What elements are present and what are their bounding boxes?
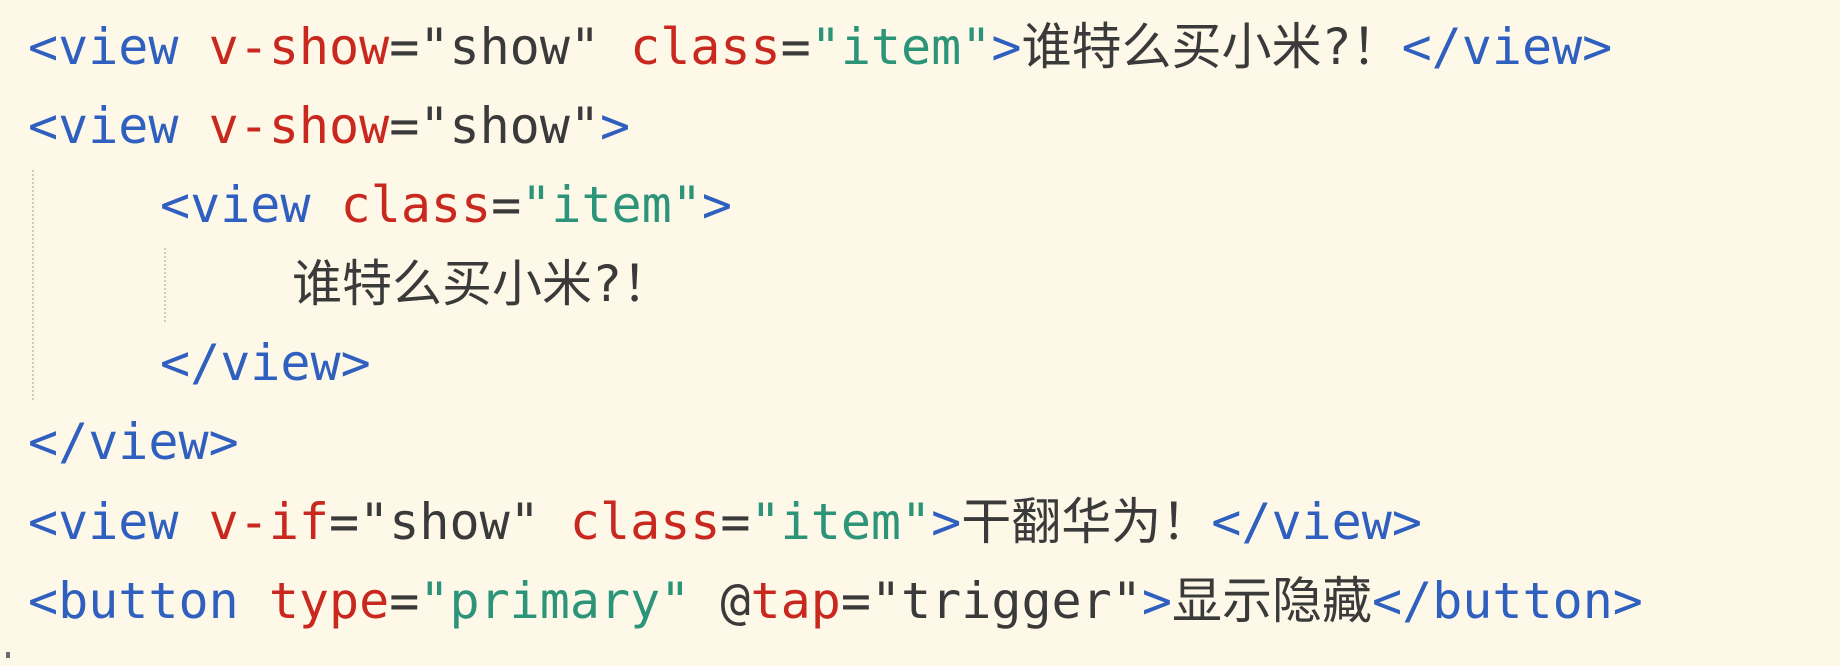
code-token-tag: </view> [28,413,239,471]
code-editor[interactable]: <view v-show="show" class="item">谁特么买小米?… [0,0,1840,666]
code-token-tag: <view [28,493,179,551]
code-token-at: @ [720,572,751,630]
indent-guide-inner [164,248,166,322]
code-token-txt: 谁特么买小米?！ [1021,18,1402,76]
code-token-qv: "show" [359,493,540,551]
code-line-3[interactable]: <view class="item"> [160,166,732,245]
code-token-tag: </view> [160,334,371,392]
code-token-txt: 干翻华为！ [961,493,1212,551]
code-token-tag: </view> [1211,493,1422,551]
code-token-attr: v-show [208,97,390,155]
code-token-eq: = [389,572,420,630]
code-token-attr: class [630,18,781,76]
code-token-tag: > [599,97,631,155]
code-line-8[interactable]: <button type="primary" @tap="trigger">显示… [28,562,1643,641]
code-token-attr: class [340,176,492,234]
code-token-tag: <button [28,572,239,630]
code-token-tag: > [991,18,1022,76]
code-line-1[interactable]: <view v-show="show" class="item">谁特么买小米?… [28,8,1612,87]
code-token-attr: class [569,493,721,551]
code-token-tag: <view [160,176,311,234]
code-token-eq: = [329,493,360,551]
code-token-tag: > [701,176,732,234]
code-token-attr: v-show [208,18,390,76]
code-token-txt: 显示隐藏 [1171,572,1372,630]
code-token-tag: <view [28,97,179,155]
code-token-txt: 谁特么买小米?！ [292,255,673,313]
code-token-str: "item" [810,18,992,76]
code-token-attr: tap [750,572,841,630]
cursor-marker [6,652,10,658]
code-token-eq: = [389,97,420,155]
code-token-tag: <view [28,18,179,76]
code-token-qv: "trigger" [870,572,1142,630]
code-token-eq: = [389,18,420,76]
code-line-5[interactable]: </view> [160,324,371,403]
code-token-tag: </view> [1401,18,1613,76]
code-line-2[interactable]: <view v-show="show"> [28,87,630,166]
code-token-qv: "show" [419,97,600,155]
code-token-tag: </button> [1371,572,1643,630]
code-token-eq: = [780,18,811,76]
code-token-attr: type [268,572,390,630]
code-token-attr: v-if [208,493,330,551]
code-token-tag: > [1141,572,1172,630]
code-line-6[interactable]: </view> [28,403,239,482]
indent-guide-outer [32,170,34,400]
code-token-str: "primary" [419,572,691,630]
code-line-7[interactable]: <view v-if="show" class="item">干翻华为！</vi… [28,483,1422,562]
code-token-eq: = [491,176,522,234]
code-token-str: "item" [521,176,702,234]
code-token-eq: = [840,572,871,630]
code-token-qv: "show" [419,18,600,76]
code-token-str: "item" [750,493,932,551]
code-line-4[interactable]: 谁特么买小米?！ [292,245,672,324]
code-token-eq: = [720,493,751,551]
code-token-tag: > [931,493,962,551]
